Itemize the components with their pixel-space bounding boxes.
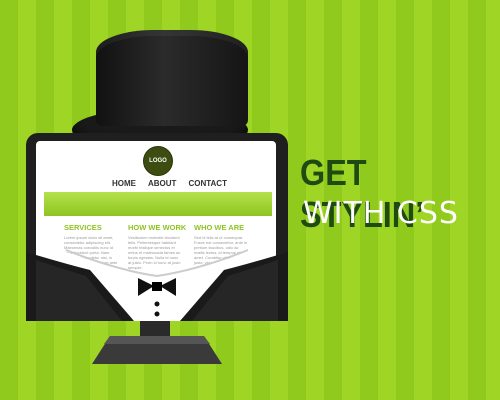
hero-banner (44, 192, 272, 216)
nav-item-home[interactable]: HOME (112, 179, 136, 191)
bow-tie-knot (152, 282, 162, 291)
shirt-button (154, 311, 160, 317)
nav-item-contact[interactable]: CONTACT (188, 179, 227, 191)
shirt-button (154, 301, 160, 307)
tuxedo-illustration (26, 244, 288, 321)
nav-bar: HOME ABOUT CONTACT (112, 179, 252, 191)
logo-badge[interactable]: LOGO (143, 146, 173, 176)
nav-item-about[interactable]: ABOUT (148, 179, 176, 191)
monitor-stand-base (92, 336, 222, 364)
column-title-who-we-are: WHO WE ARE (194, 223, 245, 232)
headline-line-2: WITH CSS (303, 196, 459, 231)
top-hat-crown (96, 30, 248, 126)
column-title-how-we-work: HOW WE WORK (128, 223, 187, 232)
column-title-services: SERVICES (64, 223, 102, 232)
